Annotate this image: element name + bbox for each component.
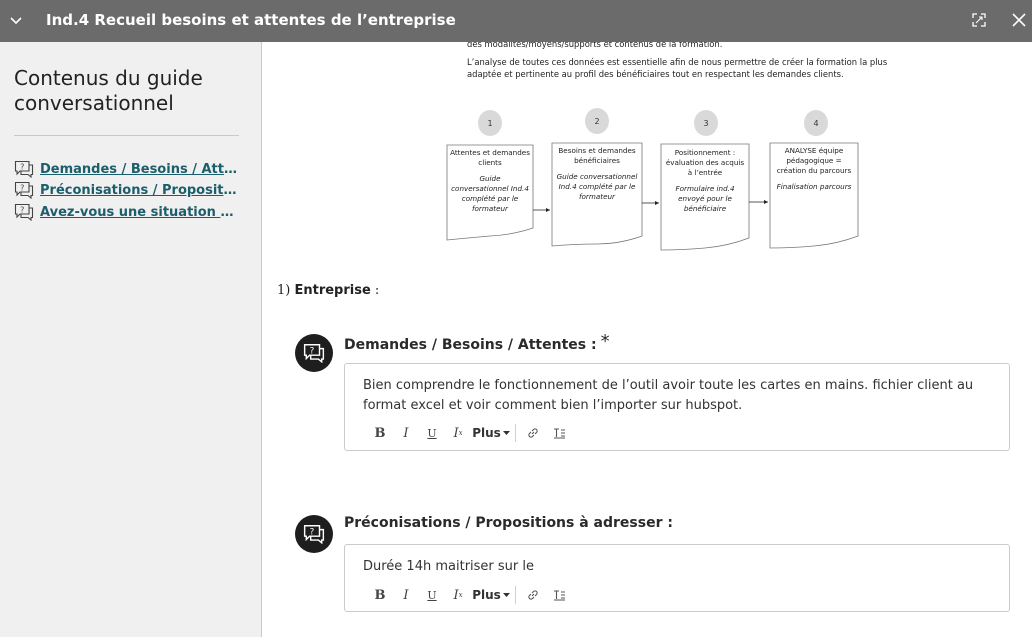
document-text-line: L’analyse de toutes ces données est esse…	[467, 57, 888, 67]
caret-down-icon	[502, 592, 510, 597]
more-dropdown[interactable]: Plus	[471, 586, 511, 604]
step-detail: Finalisation parcours	[776, 182, 852, 191]
document-text-line: adaptée et pertinente au profil des béné…	[467, 69, 844, 79]
step-box: Attentes et demandes clients Guide conve…	[447, 144, 533, 218]
chevron-down-icon[interactable]	[8, 12, 24, 28]
underline-button[interactable]: U	[419, 424, 445, 442]
editor-content[interactable]: Bien comprendre le fonctionnement de l’o…	[363, 376, 993, 416]
italic-button[interactable]: I	[393, 586, 419, 604]
section-heading: 1) Entreprise :	[277, 283, 379, 298]
bold-button[interactable]: B	[367, 424, 393, 442]
step-box: Positionnement : évaluation des acquis à…	[661, 144, 749, 218]
link-icon	[528, 590, 538, 600]
step-title: Attentes et demandes clients	[450, 148, 530, 167]
step-detail: Formulaire ind.4 envoyé pour le bénéfici…	[675, 184, 735, 213]
toc-item-label: Avez-vous une situation de handicap ?	[40, 204, 238, 220]
section-name: Entreprise	[294, 283, 371, 298]
section-prefix: 1)	[277, 283, 291, 298]
toc-item-preconisations[interactable]: ? Préconisations / Propositions à adress…	[14, 180, 244, 200]
sidebar-title: Contenus du guide conversationnel	[14, 66, 203, 115]
step-number: 2	[585, 108, 609, 134]
more-label: Plus	[472, 588, 501, 602]
close-icon[interactable]	[1011, 12, 1027, 28]
insert-field-button[interactable]	[546, 424, 572, 442]
toc-item-handicap[interactable]: ? Avez-vous une situation de handicap ?	[14, 202, 244, 222]
caret-down-icon	[502, 430, 510, 435]
editor-toolbar: B I U Ix Plus	[367, 424, 572, 442]
step-box: ANALYSE équipe pédagogique = création du…	[770, 142, 858, 196]
clear-format-button[interactable]: Ix	[445, 586, 471, 604]
more-dropdown[interactable]: Plus	[471, 424, 511, 442]
rich-text-editor[interactable]: Durée 14h maitriser sur le B I U Ix Plus	[344, 544, 1010, 612]
sidebar: Contenus du guide conversationnel ? Dema…	[0, 42, 262, 637]
question-chat-icon: ?	[14, 181, 34, 199]
sidebar-divider	[14, 135, 239, 136]
step-number: 1	[478, 110, 502, 136]
toolbar-divider	[515, 424, 516, 442]
question-chat-icon: ?	[14, 203, 34, 221]
step-title: Besoins et demandes bénéficiaires	[558, 146, 636, 165]
link-icon	[528, 428, 538, 438]
question-chat-icon: ?	[14, 160, 34, 178]
main-content: des modalités/moyens/supports et contenu…	[262, 42, 1032, 637]
svg-text:?: ?	[310, 347, 315, 357]
question-chat-icon: ?	[303, 525, 325, 544]
text-insert-icon	[553, 428, 565, 439]
step-box: Besoins et demandes bénéficiaires Guide …	[552, 142, 642, 206]
link-button[interactable]	[520, 586, 546, 604]
question-title: Demandes / Besoins / Attentes : *	[344, 331, 610, 354]
italic-button[interactable]: I	[393, 424, 419, 442]
document-text-line: des modalités/moyens/supports et contenu…	[467, 42, 723, 49]
step-number: 3	[694, 110, 718, 136]
insert-field-button[interactable]	[546, 586, 572, 604]
question-title: Préconisations / Propositions à adresser…	[344, 515, 673, 531]
toc-item-label: Demandes / Besoins / Attentes :	[40, 161, 238, 177]
question-chat-icon: ?	[303, 344, 325, 363]
step-detail: Guide conversationnel Ind.4 complété par…	[451, 174, 529, 213]
svg-text:?: ?	[310, 528, 315, 538]
svg-text:?: ?	[20, 184, 24, 193]
modal-header: Ind.4 Recueil besoins et attentes de l’e…	[0, 0, 1032, 42]
svg-text:?: ?	[20, 163, 24, 172]
toolbar-divider	[515, 586, 516, 604]
rich-text-editor[interactable]: Bien comprendre le fonctionnement de l’o…	[344, 363, 1010, 451]
question-title-text: Demandes / Besoins / Attentes :	[344, 337, 597, 353]
link-button[interactable]	[520, 424, 546, 442]
toc-item-label: Préconisations / Propositions à adresser…	[40, 182, 238, 198]
underline-button[interactable]: U	[419, 586, 445, 604]
section-suffix: :	[370, 283, 380, 298]
question-avatar: ?	[295, 515, 333, 553]
step-title: Positionnement : évaluation des acquis à…	[665, 148, 745, 177]
step-title: ANALYSE équipe pédagogique = création du…	[776, 146, 852, 175]
required-mark: *	[600, 331, 610, 352]
step-detail: Guide conversationnel Ind.4 complété par…	[556, 172, 638, 201]
modal-title: Ind.4 Recueil besoins et attentes de l’e…	[46, 11, 456, 29]
bold-button[interactable]: B	[367, 586, 393, 604]
editor-toolbar: B I U Ix Plus	[367, 586, 572, 604]
editor-content[interactable]: Durée 14h maitriser sur le	[363, 557, 993, 577]
step-number: 4	[804, 110, 828, 136]
expand-icon[interactable]	[971, 12, 987, 28]
clear-format-button[interactable]: Ix	[445, 424, 471, 442]
question-avatar: ?	[295, 334, 333, 372]
more-label: Plus	[472, 426, 501, 440]
toc-item-demandes[interactable]: ? Demandes / Besoins / Attentes :	[14, 159, 244, 179]
svg-text:?: ?	[20, 206, 24, 215]
text-insert-icon	[553, 590, 565, 601]
